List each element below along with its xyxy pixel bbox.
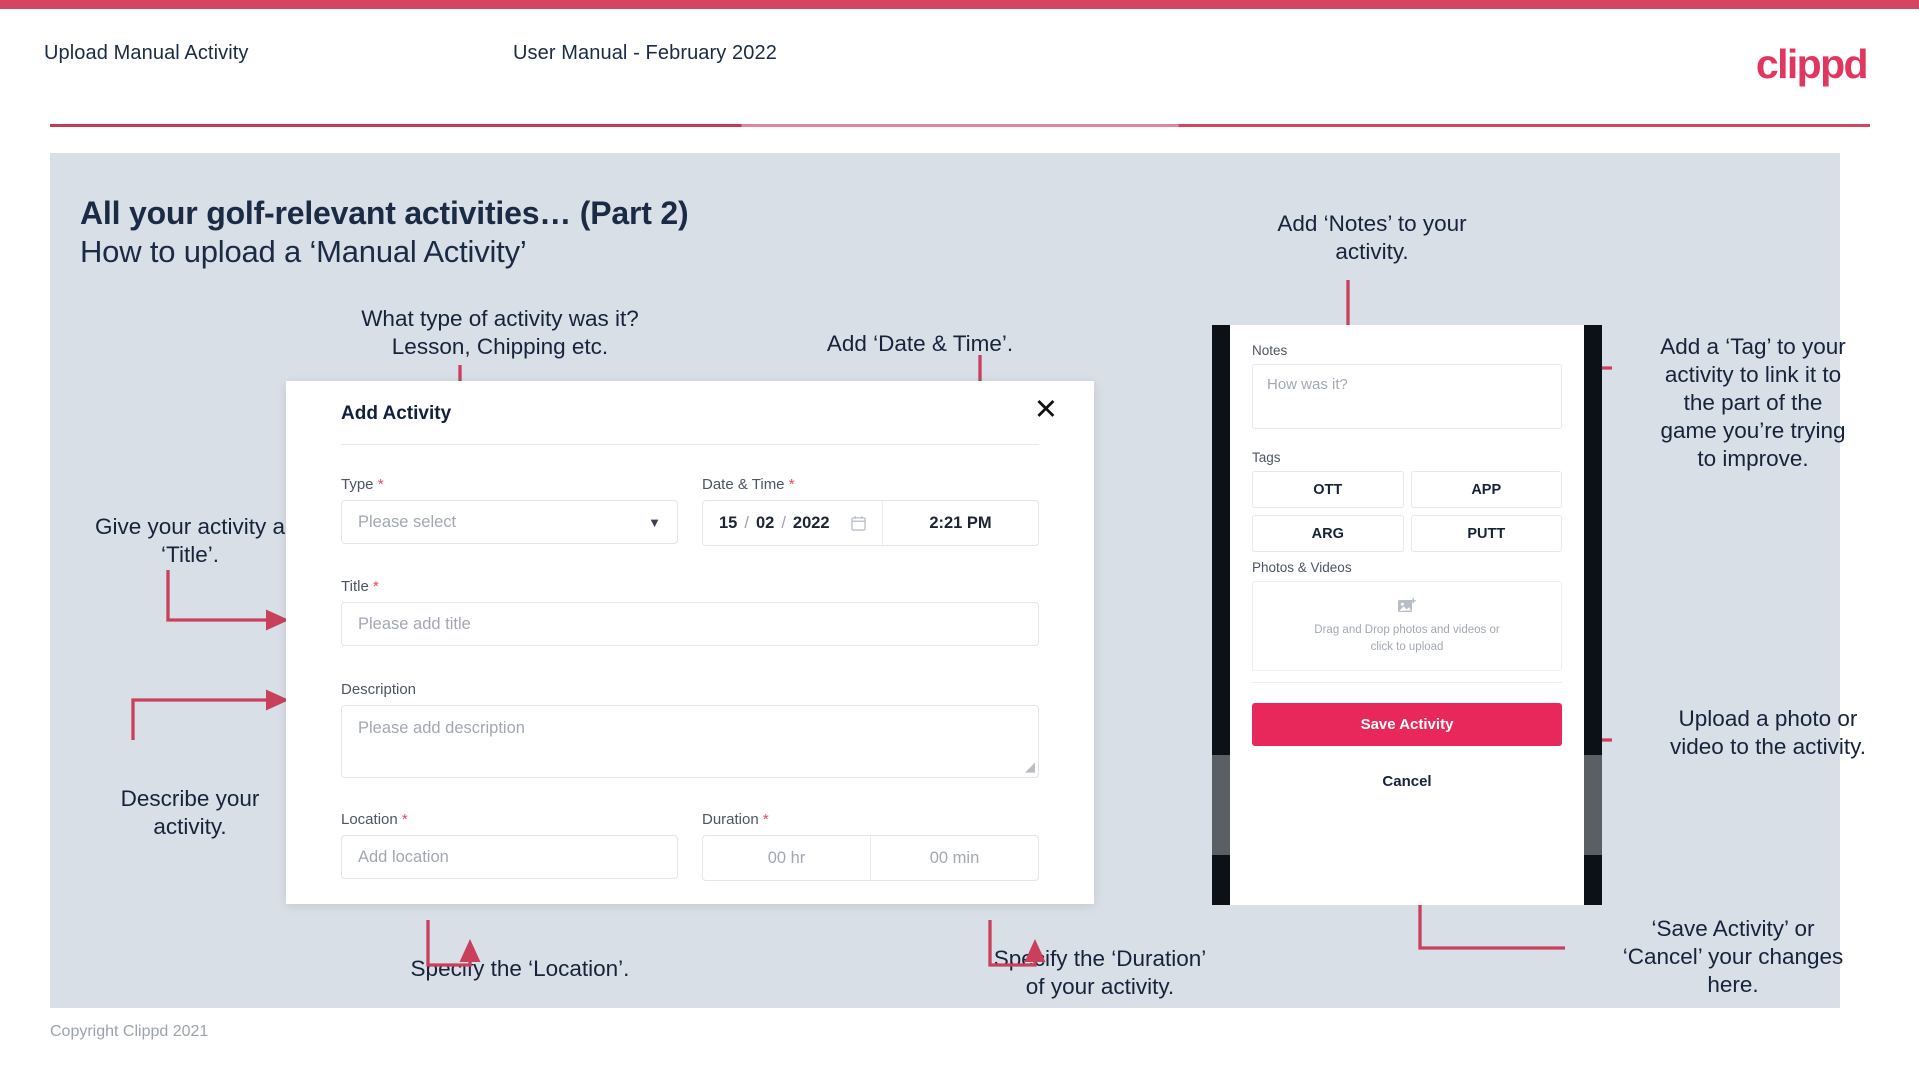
required-marker: *: [372, 578, 379, 595]
label-title: Title *: [341, 578, 379, 595]
date-day: 15: [719, 513, 738, 532]
image-add-icon: [1398, 598, 1416, 612]
label-photos-videos: Photos & Videos: [1252, 560, 1352, 575]
tag-app[interactable]: APP: [1410, 471, 1562, 508]
time-input[interactable]: 2:21 PM: [882, 501, 1038, 545]
chevron-down-icon: ▼: [648, 514, 661, 530]
date-month: 02: [755, 513, 775, 532]
annotation-duration: Specify the ‘Duration’ of your activity.: [993, 946, 1207, 999]
annotation-upload: Upload a photo or video to the activity.: [1670, 706, 1866, 759]
header-subtitle: User Manual - February 2022: [513, 42, 777, 64]
phone-bezel-left-grey: [1212, 755, 1230, 855]
phone-field-tags: Tags OTT APP ARG PUTT: [1252, 450, 1562, 552]
photo-dropzone[interactable]: Drag and Drop photos and videos or click …: [1252, 581, 1562, 671]
phone-mockup: Notes How was it? Tags OTT APP ARG PUTT …: [1212, 325, 1602, 905]
tag-grid: OTT APP ARG PUTT: [1252, 471, 1562, 552]
duration-group: 00 hr 00 min: [702, 835, 1039, 881]
label-date-time: Date & Time *: [702, 476, 795, 493]
title-placeholder: Please add title: [358, 614, 471, 633]
field-title: Title * Please add title: [341, 578, 1039, 646]
annotation-type: What type of activity was it? Lesson, Chi…: [361, 306, 639, 359]
copyright-text: Copyright Clippd 2021: [50, 1023, 209, 1040]
annotation-description: Describe your activity.: [120, 786, 260, 839]
phone-divider: [1252, 682, 1562, 683]
annotation-date-time: Add ‘Date & Time’.: [826, 331, 1014, 356]
label-type: Type *: [341, 476, 384, 493]
dropzone-text: Drag and Drop photos and videos or click …: [1314, 623, 1500, 653]
phone-bezel-right-grey: [1584, 755, 1602, 855]
required-marker: *: [788, 476, 795, 493]
row-location-duration: Location * Add location Duration * 00 hr…: [341, 811, 1039, 881]
date-year: 2022: [792, 513, 830, 532]
field-duration: Duration * 00 hr 00 min: [702, 811, 1039, 881]
required-marker: *: [377, 476, 384, 493]
type-select-value: Please select: [358, 512, 457, 531]
description-placeholder: Please add description: [358, 719, 525, 737]
description-textarea[interactable]: Please add description ◢: [341, 705, 1039, 778]
type-select[interactable]: Please select ▼: [341, 500, 678, 544]
field-type: Type * Please select ▼: [341, 476, 678, 546]
save-activity-button[interactable]: Save Activity: [1252, 703, 1562, 746]
top-accent-bar: [0, 0, 1919, 9]
duration-minutes-input[interactable]: 00 min: [870, 836, 1038, 880]
modal-header: Add Activity ✕: [286, 381, 1094, 444]
date-input[interactable]: 15 / 02 / 2022: [703, 501, 882, 545]
tag-putt[interactable]: PUTT: [1410, 515, 1562, 552]
annotation-notes: Add ‘Notes’ to your activity.: [1277, 211, 1467, 264]
label-notes: Notes: [1252, 343, 1288, 358]
label-duration: Duration *: [702, 811, 769, 828]
phone-field-notes: Notes How was it?: [1252, 343, 1562, 429]
title-input[interactable]: Please add title: [341, 602, 1039, 646]
annotation-location: Specify the ‘Location’.: [410, 956, 630, 981]
field-date-time: Date & Time * 15 / 02 / 2022 2:21 PM: [702, 476, 1039, 546]
add-activity-modal: Add Activity ✕ Type * Please select ▼ Da…: [286, 381, 1094, 904]
tag-arg[interactable]: ARG: [1252, 515, 1404, 552]
header-divider: [50, 124, 1870, 127]
label-tags: Tags: [1252, 450, 1281, 465]
location-input[interactable]: Add location: [341, 835, 678, 879]
date-sep-1: /: [744, 513, 749, 532]
row-type-datetime: Type * Please select ▼ Date & Time * 15 …: [341, 476, 1039, 546]
required-marker: *: [762, 811, 769, 828]
field-description: Description Please add description ◢: [341, 681, 1039, 778]
phone-screen: Notes How was it? Tags OTT APP ARG PUTT …: [1230, 325, 1584, 905]
slide-subtitle: How to upload a ‘Manual Activity’: [80, 234, 527, 269]
date-time-group: 15 / 02 / 2022 2:21 PM: [702, 500, 1039, 546]
phone-field-photos: Photos & Videos Drag and Drop photos and…: [1252, 560, 1562, 671]
page-title: Upload Manual Activity: [44, 42, 249, 64]
close-icon[interactable]: ✕: [1034, 396, 1058, 425]
tag-ott[interactable]: OTT: [1252, 471, 1404, 508]
slide-title: All your golf-relevant activities… (Part…: [80, 195, 689, 231]
field-location: Location * Add location: [341, 811, 678, 881]
date-sep-2: /: [781, 513, 786, 532]
label-description: Description: [341, 681, 417, 698]
cancel-button[interactable]: Cancel: [1252, 765, 1562, 797]
location-placeholder: Add location: [358, 847, 449, 866]
modal-title: Add Activity: [341, 403, 452, 424]
clippd-logo: clippd: [1755, 41, 1869, 87]
notes-textarea[interactable]: How was it?: [1252, 364, 1562, 429]
resize-handle-icon[interactable]: ◢: [1025, 759, 1035, 775]
required-marker: *: [401, 811, 408, 828]
calendar-icon[interactable]: [851, 515, 866, 531]
modal-divider: [341, 444, 1039, 445]
annotation-save-cancel: ‘Save Activity’ or ‘Cancel’ your changes h…: [1622, 916, 1844, 997]
notes-placeholder: How was it?: [1267, 376, 1348, 393]
label-location: Location *: [341, 811, 408, 828]
duration-hours-input[interactable]: 00 hr: [703, 836, 870, 880]
annotation-tags: Add a ‘Tag’ to your activity to link it t…: [1660, 334, 1846, 471]
